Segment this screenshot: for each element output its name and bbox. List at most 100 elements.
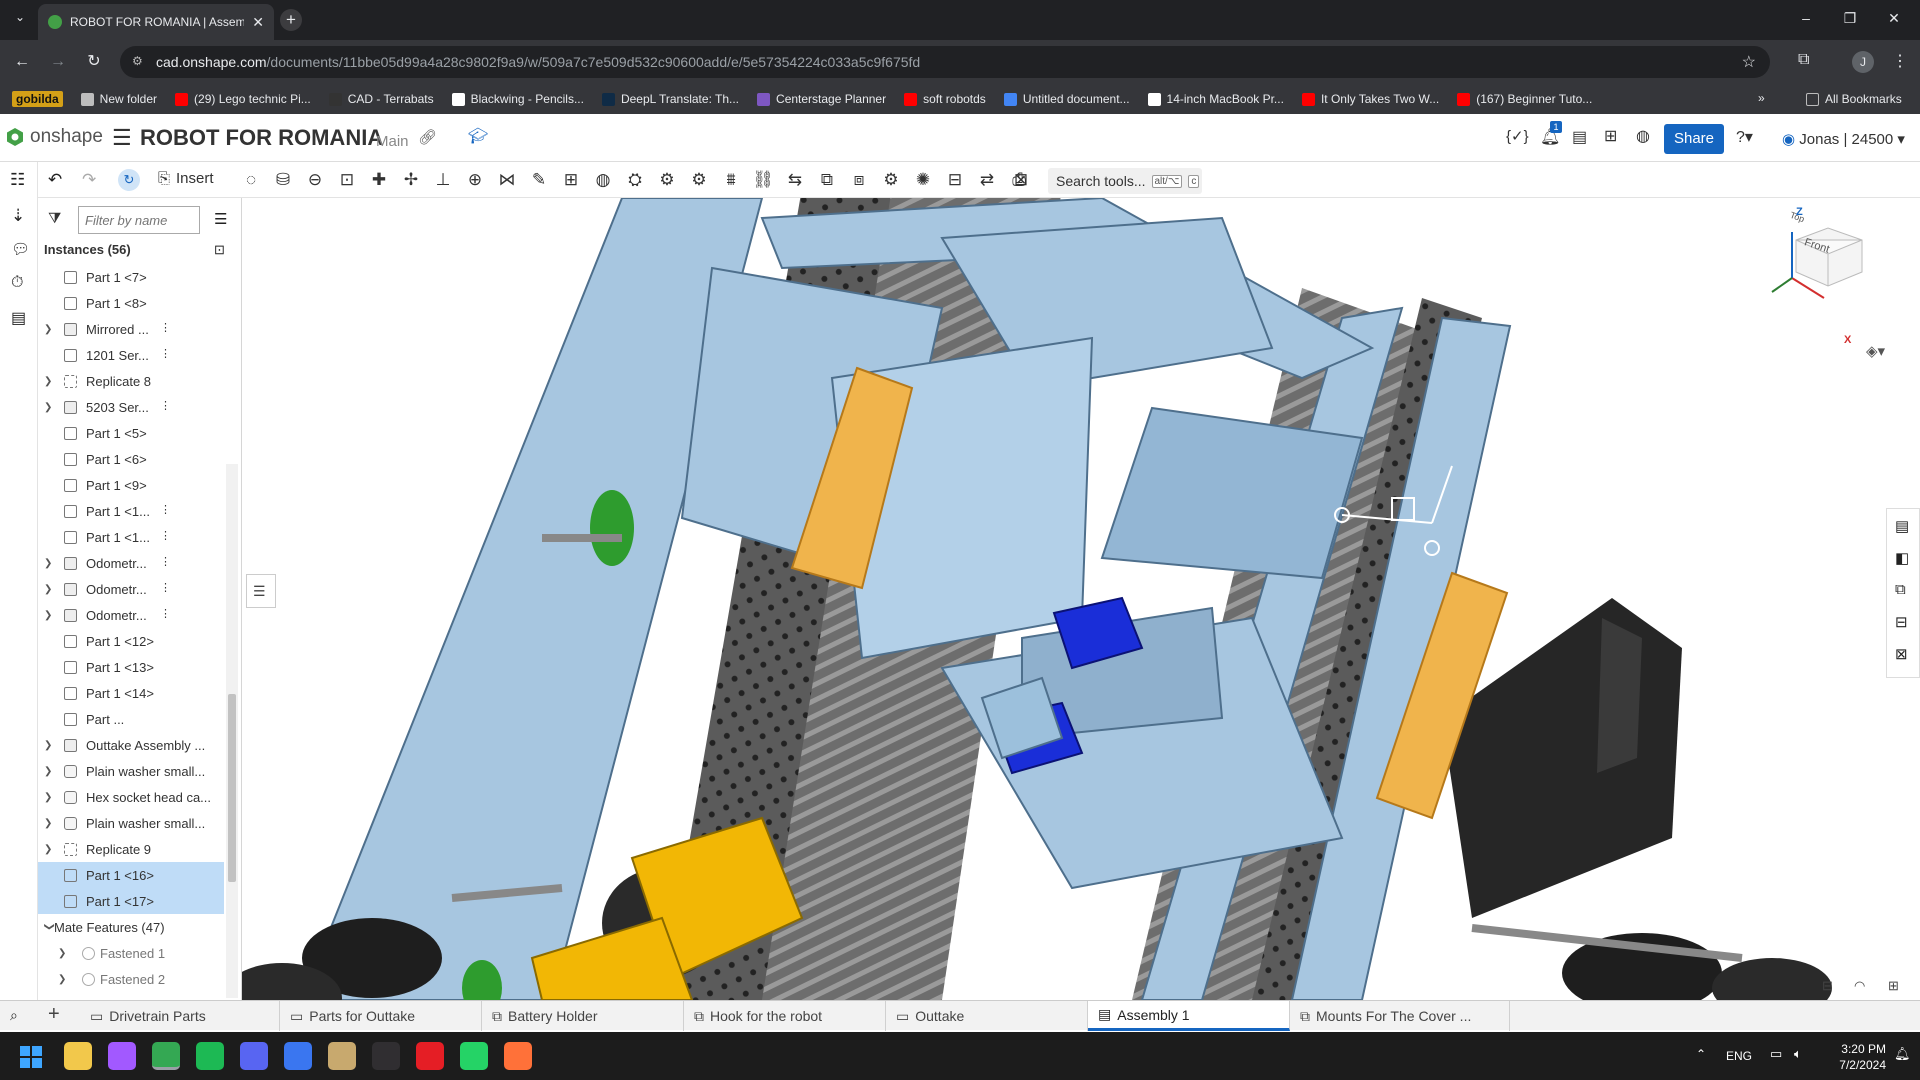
insert-part-icon[interactable]: ⇣ (11, 206, 25, 226)
measure-icon[interactable]: ⊞ (1888, 978, 1899, 994)
link-icon[interactable]: 🔗︎ (418, 128, 437, 146)
language-indicator[interactable]: ENG (1726, 1049, 1752, 1063)
element-tab[interactable]: ▭ Parts for Outtake (280, 1001, 482, 1031)
configurations-icon[interactable]: ⧉ (1895, 581, 1906, 598)
url-field[interactable]: ⚙ cad.onshape.com/documents/11bbe05d99a4… (120, 46, 1770, 78)
messenger-icon[interactable] (108, 1042, 136, 1070)
instance-row[interactable]: Part 1 <6> (38, 446, 224, 472)
document-title[interactable]: ROBOT FOR ROMANIA (140, 125, 383, 151)
instance-row[interactable]: Part 1 <16> (38, 862, 224, 888)
chrome-menu-icon[interactable]: ⋮ (1892, 51, 1908, 71)
release-icon[interactable]: ▤ (1572, 127, 1587, 147)
scrollbar-thumb[interactable] (228, 694, 236, 882)
add-folder-icon[interactable]: ⊡ (214, 242, 225, 258)
expand-chevron-icon[interactable]: ❯ (44, 844, 54, 855)
fastened-mate-icon[interactable]: ⛁ (272, 169, 294, 191)
element-tab[interactable]: ⧉ Mounts For The Cover ... (1290, 1001, 1510, 1031)
element-tab[interactable]: ▤ Assembly 1 (1088, 1001, 1290, 1031)
all-bookmarks[interactable]: All Bookmarks (1806, 92, 1902, 106)
instance-row[interactable]: Part 1 <1... ⋮ (38, 524, 224, 550)
bookmark-item[interactable]: 14-inch MacBook Pr... (1147, 92, 1284, 106)
app-store-icon[interactable]: ⊞ (1604, 126, 1617, 146)
whatsapp-icon[interactable] (460, 1042, 488, 1070)
reload-icon[interactable]: ↻ (84, 52, 104, 72)
expand-chevron-icon[interactable]: ❯ (44, 324, 54, 335)
expand-chevron-icon[interactable]: ❯ (44, 792, 54, 803)
new-tab-button[interactable]: + (280, 9, 302, 31)
insert-button[interactable]: ⎘ Insert (158, 170, 214, 187)
back-arrow-icon[interactable]: ← (12, 52, 32, 72)
explode-icon[interactable]: ⧈ (848, 169, 870, 191)
instance-row[interactable]: Part ... (38, 706, 224, 732)
planar-mate-icon[interactable]: ✚ (368, 169, 390, 191)
instance-row[interactable]: Part 1 <9> (38, 472, 224, 498)
instance-row[interactable]: Part 1 <8> (38, 290, 224, 316)
bookmark-item[interactable]: It Only Takes Two W... (1301, 92, 1439, 106)
filter-input[interactable] (78, 206, 200, 234)
undo-icon[interactable]: ↶ (48, 170, 62, 190)
mate-row[interactable]: ❯ Fastened 2 (38, 966, 224, 992)
expand-chevron-icon[interactable]: ❯ (44, 376, 54, 387)
redo-icon[interactable]: ↷ (82, 170, 96, 190)
notifications-icon[interactable]: 🔔︎ 1 (1540, 121, 1562, 147)
bookmark-item[interactable]: DeepL Translate: Th... (601, 92, 739, 106)
bookmark-star-icon[interactable]: ☆ (1742, 52, 1756, 72)
gear-relation-icon[interactable]: ⛭ (624, 169, 646, 191)
rendering-icon[interactable]: ⊟ (1822, 978, 1833, 994)
feature-list-icon[interactable]: ☷ (10, 170, 25, 190)
branch-label[interactable]: Main (376, 133, 409, 150)
expand-chevron-icon[interactable]: ❯ (44, 766, 54, 777)
expand-chevron-icon[interactable]: ❯ (58, 948, 68, 959)
named-position-icon[interactable]: ⚙ (880, 169, 902, 191)
instance-row[interactable]: Part 1 <12> (38, 628, 224, 654)
instance-row[interactable]: ❯ Plain washer small... (38, 758, 224, 784)
help-icon[interactable]: ?▾ (1736, 127, 1753, 147)
bookmark-item[interactable]: CAD - Terrabats (328, 92, 434, 106)
mass-properties-icon[interactable]: ⊟ (1895, 613, 1908, 631)
add-tab-icon[interactable]: + (48, 1003, 60, 1026)
tray-chevron-icon[interactable]: ⌃ (1696, 1047, 1706, 1061)
expand-chevron-icon[interactable]: ❯ (44, 818, 54, 829)
globe-icon[interactable]: ◍ (1636, 126, 1650, 146)
bookmark-item[interactable]: (29) Lego technic Pi... (175, 92, 311, 106)
bookmark-item[interactable]: gobilda (12, 91, 63, 107)
comments-icon[interactable]: 💬︎ (11, 240, 30, 258)
tab-manager-icon[interactable]: ⌕ (10, 1007, 18, 1024)
instance-row[interactable]: ❯ Outtake Assembly ... (38, 732, 224, 758)
onshape-logo[interactable]: onshape (6, 126, 103, 148)
share-button[interactable]: Share (1664, 124, 1724, 154)
instance-row[interactable]: ❯ Hex socket head ca... (38, 784, 224, 810)
instance-row[interactable]: Part 1 <13> (38, 654, 224, 680)
section-view-icon[interactable]: ◠ (1854, 978, 1865, 994)
cylindrical-mate-icon[interactable]: ✢ (400, 169, 422, 191)
windows-start-icon[interactable] (20, 1046, 42, 1068)
instance-row[interactable]: ❯ Mirrored ... ⋮ (38, 316, 224, 342)
expand-chevron-icon[interactable]: ❯ (44, 402, 54, 413)
scrollbar[interactable] (226, 464, 238, 998)
pin-slot-mate-icon[interactable]: ⊥ (432, 169, 454, 191)
bookmark-item[interactable]: Blackwing - Pencils... (451, 92, 584, 106)
restore-icon[interactable]: ❐ (1840, 10, 1860, 30)
autodesk-icon[interactable] (416, 1042, 444, 1070)
volume-icon[interactable]: 🔈︎ (1794, 1046, 1802, 1062)
bookmark-item[interactable]: soft robotds (904, 92, 986, 106)
instance-row[interactable]: Part 1 <17> (38, 888, 224, 914)
browser-tab[interactable]: ROBOT FOR ROMANIA | Assem ✕ (38, 4, 274, 40)
close-tab-icon[interactable]: ✕ (252, 14, 264, 31)
more-bookmarks-icon[interactable]: » (1758, 91, 1765, 105)
instance-row[interactable]: Part 1 <7> (38, 264, 224, 290)
bookmark-item[interactable]: New folder (80, 92, 157, 106)
instance-row[interactable]: ❯ Odometr... ⋮ (38, 550, 224, 576)
rack-pinion-icon[interactable]: ⚙ (656, 169, 678, 191)
view-options-icon[interactable]: ◈▾ (1866, 342, 1885, 360)
expand-chevron-icon[interactable]: ❯ (44, 584, 54, 595)
mirror-icon[interactable]: ⇆ (784, 169, 806, 191)
element-tab[interactable]: ⧉ Battery Holder (482, 1001, 684, 1031)
expand-chevron-icon[interactable]: ❯ (44, 558, 54, 569)
bom-table-icon[interactable]: ⊠ (1895, 645, 1908, 663)
pattern-icon[interactable]: ⧉ (816, 169, 838, 191)
parallel-mate-icon[interactable]: ⋈ (496, 169, 518, 191)
appearance-icon[interactable]: ◧ (1895, 549, 1909, 567)
section-icon[interactable]: ⊠ (1010, 169, 1032, 191)
graphics-viewport[interactable]: Top Front Z X ◈▾ ⊟ ◠ ⊞ (242, 198, 1920, 1000)
